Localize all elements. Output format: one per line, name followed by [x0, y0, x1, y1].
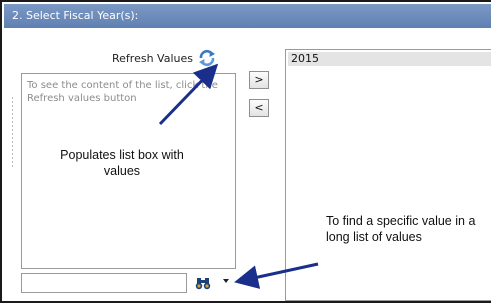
binoculars-icon[interactable]	[195, 275, 211, 291]
remove-selection-button[interactable]: <	[249, 99, 269, 117]
refresh-icon[interactable]	[197, 49, 217, 67]
list-hint: To see the content of the list, click th…	[27, 80, 218, 104]
caret-down-icon[interactable]	[223, 279, 229, 283]
refresh-values-control[interactable]: Refresh Values	[112, 49, 217, 67]
fiscal-year-panel: 2. Select Fiscal Year(s): Refresh Values…	[0, 0, 491, 303]
add-selection-button[interactable]: >	[249, 71, 269, 89]
left-edge-divider	[12, 97, 13, 167]
refresh-annotation: Populates list box with values	[60, 148, 184, 178]
refresh-values-label[interactable]: Refresh Values	[112, 52, 193, 65]
selected-values-listbox[interactable]: 2015	[285, 49, 491, 301]
list-item[interactable]: 2015	[288, 52, 491, 66]
panel-title: 2. Select Fiscal Year(s):	[4, 4, 491, 28]
search-input[interactable]	[21, 273, 187, 293]
search-annotation: To find a specific value in a long list …	[326, 214, 476, 244]
